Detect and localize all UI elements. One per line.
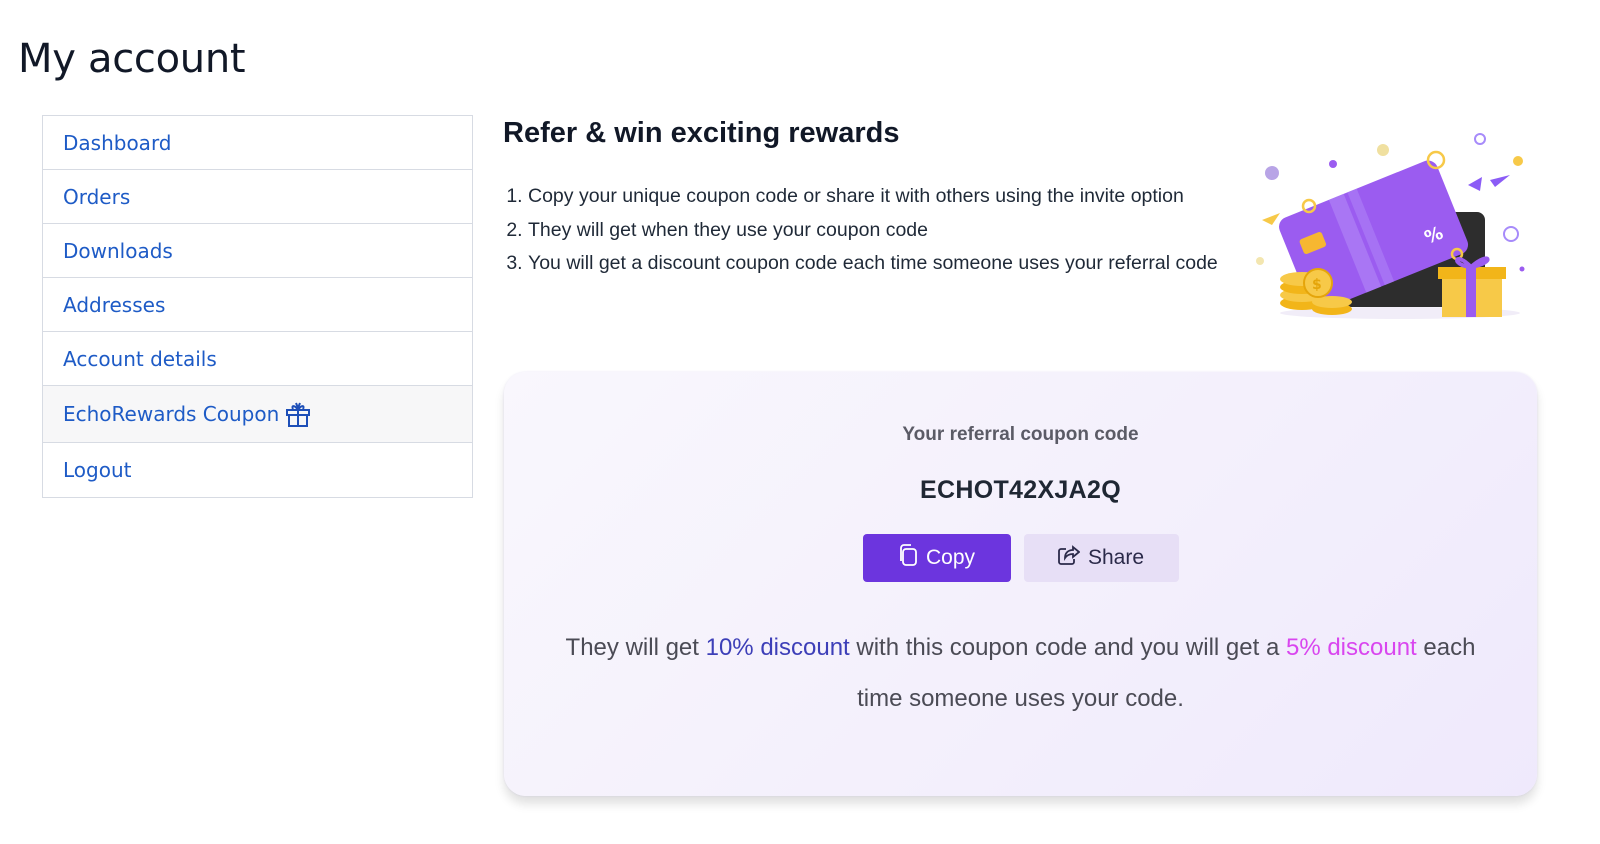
- referral-step: You will get a discount coupon code each…: [528, 247, 1223, 281]
- nav-item-label: EchoRewards Coupon: [63, 402, 280, 426]
- share-button[interactable]: Share: [1023, 534, 1179, 582]
- nav-item-addresses[interactable]: Addresses: [43, 278, 472, 332]
- your-discount: 5% discount: [1285, 634, 1417, 661]
- nav-item-orders[interactable]: Orders: [43, 170, 472, 224]
- page-title: My account: [18, 36, 246, 82]
- nav-item-label: Dashboard: [63, 130, 172, 155]
- nav-item-downloads[interactable]: Downloads: [43, 224, 472, 278]
- coupon-code-label: Your referral coupon code: [902, 424, 1139, 445]
- nav-item-logout[interactable]: Logout: [43, 443, 472, 497]
- nav-item-label: Logout: [63, 458, 132, 482]
- referral-steps: Copy your unique coupon code or share it…: [503, 180, 1223, 281]
- copy-button[interactable]: Copy: [862, 534, 1011, 582]
- coupon-code: ECHOT42XJA2Q: [920, 476, 1121, 504]
- discount-description: They will get 10% discount with this cou…: [541, 622, 1501, 724]
- their-discount: 10% discount: [705, 634, 850, 661]
- nav-item-account-details[interactable]: Account details: [43, 332, 472, 386]
- svg-text:$: $: [1312, 277, 1322, 293]
- nav-item-label: Orders: [63, 184, 131, 209]
- description-text: with this coupon code and you will get a: [849, 634, 1286, 661]
- referral-step: Copy your unique coupon code or share it…: [528, 180, 1223, 214]
- nav-item-label: Account details: [63, 346, 217, 371]
- referral-step: They will get when they use your coupon …: [528, 214, 1223, 248]
- account-navigation: Dashboard Orders Downloads Addresses Acc…: [42, 115, 473, 498]
- share-icon: [1058, 545, 1081, 571]
- nav-item-echorewards-coupon[interactable]: EchoRewards Coupon: [43, 386, 472, 443]
- nav-item-label: Downloads: [63, 238, 173, 263]
- credit-card-rewards-illustration: % $: [1250, 125, 1540, 325]
- copy-icon: [898, 544, 918, 572]
- referral-coupon-card: Your referral coupon code ECHOT42XJA2Q C…: [504, 372, 1537, 796]
- nav-item-dashboard[interactable]: Dashboard: [43, 116, 472, 170]
- nav-item-label: Addresses: [63, 292, 166, 317]
- gift-icon: [285, 401, 311, 427]
- description-text: They will get: [565, 634, 706, 661]
- copy-button-label: Copy: [925, 546, 976, 569]
- share-button-label: Share: [1087, 546, 1145, 569]
